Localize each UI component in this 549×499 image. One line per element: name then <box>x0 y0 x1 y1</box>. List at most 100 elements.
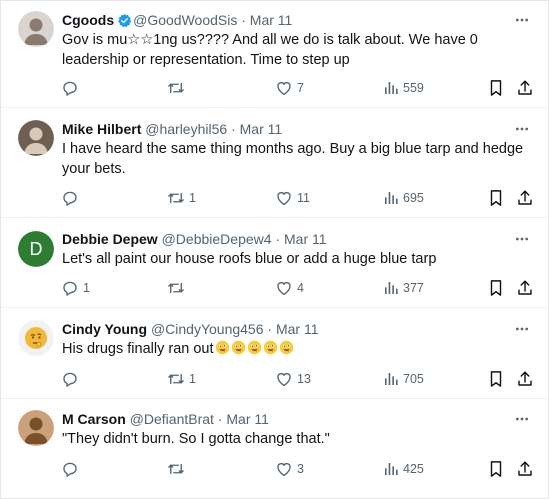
more-icon[interactable] <box>514 12 530 28</box>
tweet-header: M Carson @DefiantBrat · Mar 11 <box>62 410 269 428</box>
tweet-text-content: His drugs finally ran out <box>62 341 214 357</box>
share-button[interactable] <box>516 459 534 479</box>
tweet[interactable]: Cgoods @GoodWoodSis · Mar 11 Gov is mu☆☆1n… <box>1 1 548 108</box>
tweet-actions: 3 425 <box>1 459 548 479</box>
like-count: 11 <box>297 191 310 205</box>
tweet[interactable]: Cindy Young @CindyYoung456 · Mar 11 His d… <box>1 308 548 399</box>
tweet-text: Let's all paint our house roofs blue or … <box>62 249 536 269</box>
repost-count: 1 <box>189 372 196 386</box>
repost-icon <box>167 460 185 478</box>
like-icon <box>275 370 293 388</box>
avatar[interactable] <box>18 410 54 446</box>
like-button[interactable]: 3 <box>275 459 304 479</box>
tweet-actions: 1 4 377 <box>1 278 548 298</box>
timestamp[interactable]: Mar 11 <box>226 411 269 427</box>
tweet[interactable]: D Debbie Depew @DebbieDepew4 · Mar 11 Let'… <box>1 218 548 308</box>
bookmark-icon <box>488 189 504 207</box>
tweet-header: Mike Hilbert @harleyhil56 · Mar 11 <box>62 120 282 138</box>
user-handle[interactable]: @harleyhil56 <box>145 121 227 137</box>
repost-button[interactable] <box>167 278 189 298</box>
views-button[interactable]: 559 <box>383 78 424 98</box>
bookmark-button[interactable] <box>488 459 504 479</box>
views-button[interactable]: 695 <box>383 188 424 208</box>
reply-button[interactable] <box>61 188 83 208</box>
reply-button[interactable] <box>61 459 83 479</box>
bookmark-button[interactable] <box>488 78 504 98</box>
separator-dot: · <box>241 12 246 28</box>
reply-icon <box>61 79 79 97</box>
share-button[interactable] <box>516 188 534 208</box>
user-handle[interactable]: @DefiantBrat <box>130 411 214 427</box>
more-icon[interactable] <box>514 231 530 247</box>
avatar[interactable]: D <box>18 231 54 267</box>
tweet-text: Gov is mu☆☆1ng us???? And all we do is t… <box>62 30 536 70</box>
tweet-text: I have heard the same thing months ago. … <box>62 139 536 179</box>
share-icon <box>516 370 534 388</box>
like-button[interactable]: 11 <box>275 188 310 208</box>
tweet-actions: 1 11 695 <box>1 188 548 208</box>
bookmark-icon <box>488 460 504 478</box>
display-name[interactable]: Cindy Young <box>62 321 147 337</box>
repost-button[interactable]: 1 <box>167 188 196 208</box>
avatar[interactable] <box>18 120 54 156</box>
display-name[interactable]: Mike Hilbert <box>62 121 141 137</box>
user-handle[interactable]: @GoodWoodSis <box>133 12 237 28</box>
display-name[interactable]: Cgoods <box>62 12 114 28</box>
display-name[interactable]: M Carson <box>62 411 126 427</box>
view-count: 695 <box>403 191 424 205</box>
like-icon <box>275 460 293 478</box>
like-count: 13 <box>297 372 311 386</box>
view-count: 559 <box>403 81 424 95</box>
tweet-text-content: Gov is mu☆☆1ng us???? And all we do is t… <box>62 32 478 68</box>
views-button[interactable]: 377 <box>383 278 424 298</box>
bookmark-button[interactable] <box>488 188 504 208</box>
share-button[interactable] <box>516 278 534 298</box>
views-button[interactable]: 425 <box>383 459 424 479</box>
tweet[interactable]: Mike Hilbert @harleyhil56 · Mar 11 I have… <box>1 108 548 218</box>
share-icon <box>516 279 534 297</box>
share-button[interactable] <box>516 78 534 98</box>
bookmark-button[interactable] <box>488 278 504 298</box>
reply-icon <box>61 279 79 297</box>
bookmark-button[interactable] <box>488 369 504 389</box>
timestamp[interactable]: Mar 11 <box>250 12 293 28</box>
share-icon <box>516 79 534 97</box>
like-button[interactable]: 4 <box>275 278 304 298</box>
zany-face-emoji-icon <box>231 340 245 355</box>
separator-dot: · <box>275 231 281 247</box>
view-count: 425 <box>403 462 424 476</box>
more-icon[interactable] <box>514 121 530 137</box>
timestamp[interactable]: Mar 11 <box>240 121 283 137</box>
separator-dot: · <box>231 121 236 137</box>
display-name[interactable]: Debbie Depew <box>62 231 158 247</box>
reply-button[interactable] <box>61 369 83 389</box>
reply-button[interactable]: 1 <box>61 278 90 298</box>
repost-icon <box>167 370 185 388</box>
reply-icon <box>61 189 79 207</box>
timestamp[interactable]: Mar 11 <box>284 231 327 247</box>
more-icon[interactable] <box>514 321 530 337</box>
like-icon <box>275 189 293 207</box>
reply-feed: Cgoods @GoodWoodSis · Mar 11 Gov is mu☆☆1n… <box>0 0 549 499</box>
repost-button[interactable] <box>167 459 189 479</box>
separator-dot: · <box>267 321 273 337</box>
user-handle[interactable]: @DebbieDepew4 <box>162 231 272 247</box>
like-button[interactable]: 7 <box>275 78 304 98</box>
tweet-text: His drugs finally ran out <box>62 339 536 359</box>
more-icon[interactable] <box>514 411 530 427</box>
share-button[interactable] <box>516 369 534 389</box>
views-button[interactable]: 705 <box>383 369 424 389</box>
like-button[interactable]: 13 <box>275 369 311 389</box>
repost-button[interactable]: 1 <box>167 369 196 389</box>
reply-icon <box>61 460 79 478</box>
avatar[interactable] <box>18 11 54 47</box>
zany-face-emoji-icon <box>263 340 277 355</box>
views-icon <box>383 80 399 96</box>
reply-button[interactable] <box>61 78 83 98</box>
repost-button[interactable] <box>167 78 189 98</box>
avatar[interactable] <box>18 320 54 356</box>
user-handle[interactable]: @CindyYoung456 <box>151 321 264 337</box>
timestamp[interactable]: Mar 11 <box>276 321 319 337</box>
tweet[interactable]: M Carson @DefiantBrat · Mar 11 "They didn… <box>1 399 548 499</box>
tweet-text-content: Let's all paint our house roofs blue or … <box>62 251 437 267</box>
